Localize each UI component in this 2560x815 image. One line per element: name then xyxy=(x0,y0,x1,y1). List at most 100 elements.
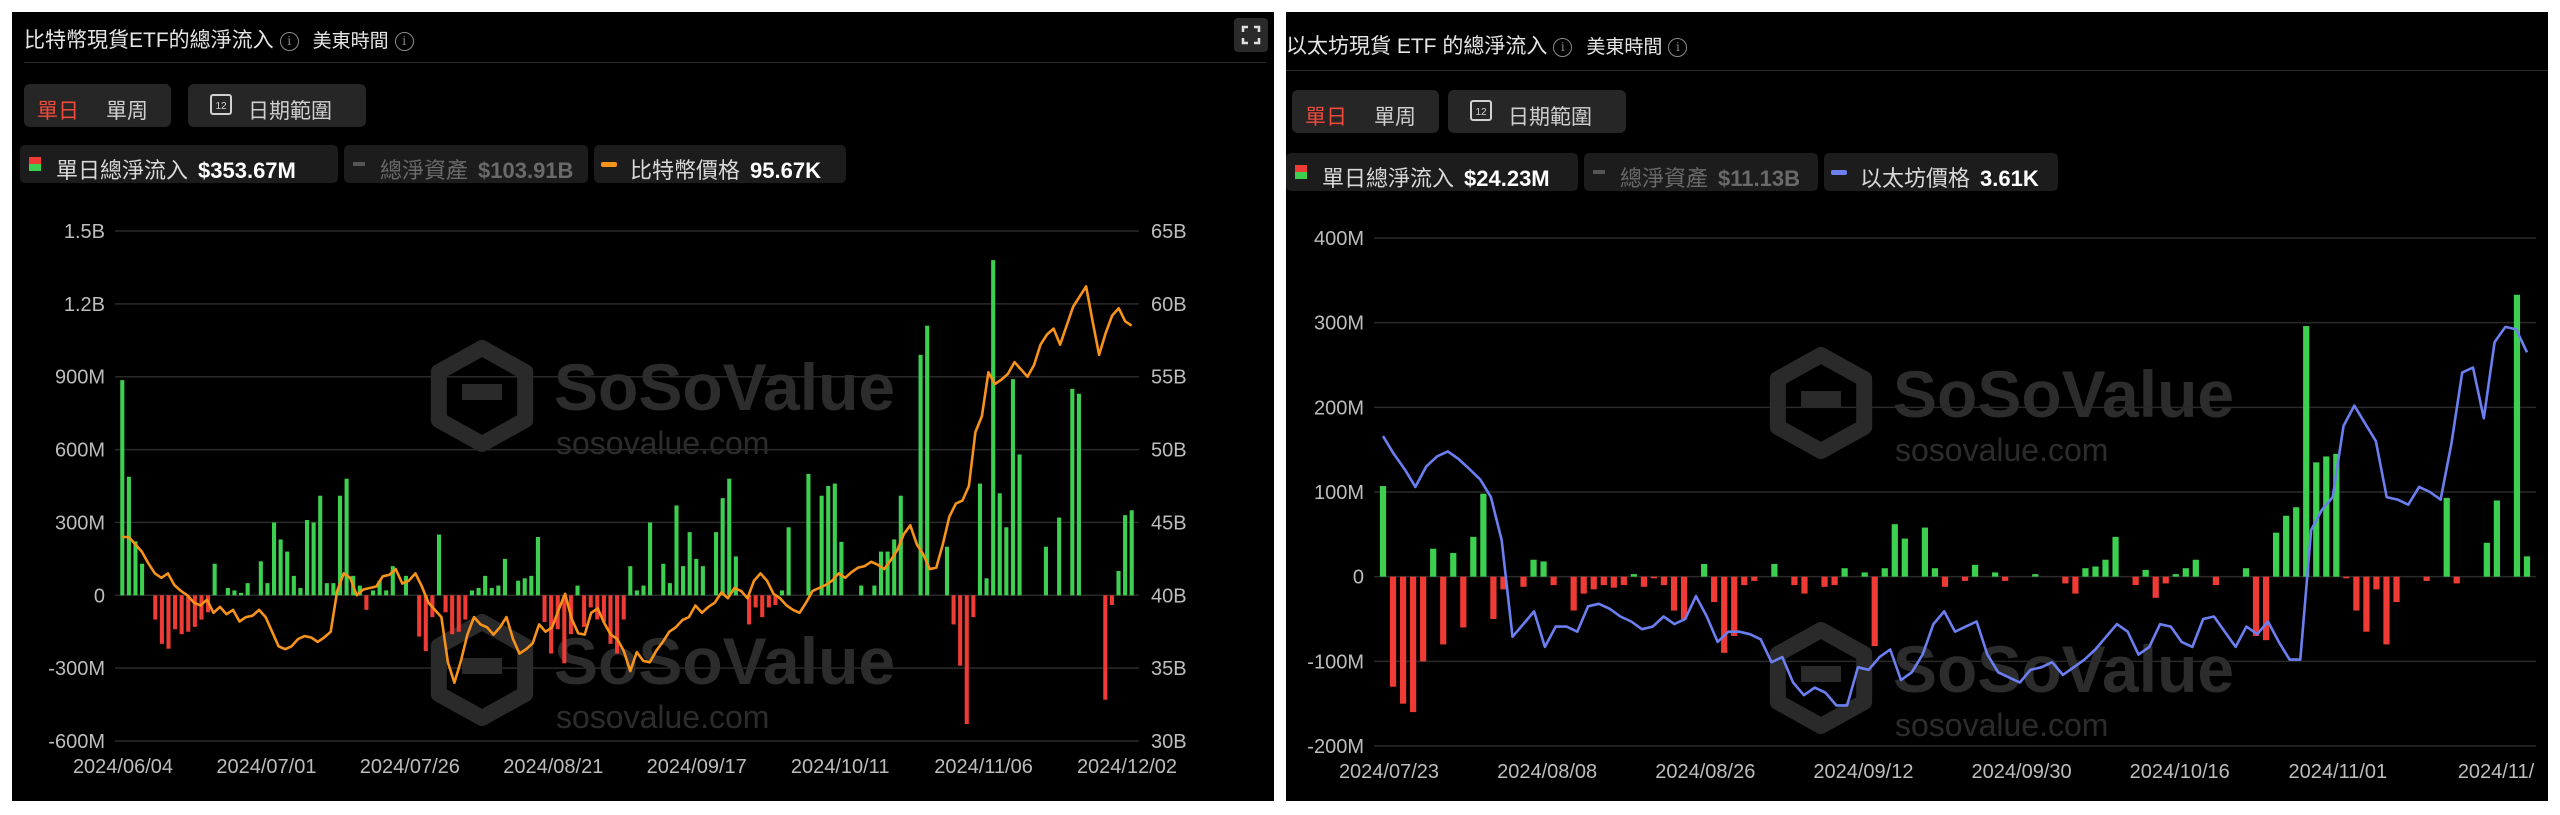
inflow-bar xyxy=(1971,564,1979,577)
inflow-bar xyxy=(997,493,1002,596)
sosovalue-watermark: SoSoValuesosovalue.com xyxy=(430,340,895,461)
inflow-bar xyxy=(2102,559,2109,577)
inflow-bar xyxy=(1580,576,1587,594)
inflow-bar xyxy=(1610,576,1617,588)
inflow-bar xyxy=(370,590,376,596)
x-tick-label: 2024/09/30 xyxy=(1972,761,2072,783)
inflow-bar xyxy=(1410,576,1417,713)
x-axis: 2024/07/23 2024/08/08 2024/08/26 2024/09/12… xyxy=(1339,761,2535,783)
inflow-bar xyxy=(1530,559,1537,577)
inflow-bar xyxy=(232,590,237,596)
inflow-bar xyxy=(951,595,956,625)
inflow-bar xyxy=(245,583,250,596)
inflow-bar xyxy=(502,558,507,596)
inflow-bar xyxy=(1550,576,1557,586)
inflow-bar xyxy=(2162,576,2169,584)
inflow-bar xyxy=(1931,568,1939,577)
eth-etf-panel: 以太坊現貨 ETF 的總淨流入 i 美東時間 i 單日 單周 12 日期範圍 單日總淨… xyxy=(1286,12,2548,801)
inflow-bar xyxy=(1901,538,1908,577)
inflow-bar xyxy=(661,563,666,596)
inflow-bar xyxy=(628,566,633,596)
inflow-bar xyxy=(1123,515,1128,596)
inflow-bar xyxy=(1620,576,1627,586)
inflow-bar xyxy=(971,595,976,618)
x-axis: 2024/06/04 2024/07/01 2024/07/26 2024/08/21… xyxy=(73,756,1177,778)
x-tick-label: 2024/06/04 xyxy=(73,756,173,778)
inflow-bar xyxy=(944,546,950,596)
x-tick-label: 2024/09/12 xyxy=(1813,761,1913,783)
inflow-bar xyxy=(2262,576,2270,641)
inflow-bar xyxy=(1650,576,1658,579)
inflow-bar xyxy=(991,260,996,596)
inflow-bar xyxy=(2002,576,2009,581)
inflow-bar xyxy=(1017,454,1022,596)
y-tick-label: 0 xyxy=(94,585,105,607)
inflow-bar xyxy=(2443,497,2450,577)
inflow-bar xyxy=(2182,568,2189,577)
inflow-bar xyxy=(562,595,567,664)
inflow-bar xyxy=(2423,576,2430,581)
inflow-bar xyxy=(1600,576,1607,586)
y-tick-label: 300M xyxy=(1314,313,1364,335)
inflow-bar xyxy=(496,585,501,596)
x-tick-label: 2024/10/16 xyxy=(2130,761,2230,783)
inflow-bar xyxy=(1520,576,1527,587)
inflow-bar xyxy=(271,522,277,596)
inflow-bar xyxy=(1701,563,1708,577)
y-tick-label: 300M xyxy=(55,512,105,534)
inflow-bar xyxy=(964,595,969,724)
inflow-bar xyxy=(760,595,765,618)
inflow-bar xyxy=(2032,574,2039,577)
inflow-bar xyxy=(1630,574,1637,577)
inflow-bar xyxy=(1751,576,1758,581)
inflow-bar xyxy=(1831,576,1838,586)
inflow-bar xyxy=(1116,571,1121,596)
inflow-bar xyxy=(2252,576,2260,636)
inflow-bar xyxy=(1570,576,1577,611)
inflow-bar xyxy=(819,495,824,596)
inflow-bar xyxy=(1057,517,1062,596)
inflow-bar xyxy=(1460,576,1467,628)
inflow-bar xyxy=(1861,572,1868,577)
y2-tick-label: 40B xyxy=(1151,585,1187,607)
y2-tick-label: 50B xyxy=(1151,440,1187,462)
logo-mark xyxy=(462,384,502,400)
inflow-bar xyxy=(2283,515,2290,577)
x-tick-label: 2024/11/01 xyxy=(2289,761,2388,783)
inflow-bar xyxy=(403,575,409,596)
inflow-bar xyxy=(469,590,475,596)
inflow-bar xyxy=(1043,546,1048,596)
inflow-bar xyxy=(1721,576,1728,653)
inflow-bar xyxy=(826,486,831,596)
inflow-bar xyxy=(1821,576,1828,587)
x-tick-label: 2024/10/11 xyxy=(791,756,890,778)
inflow-bar xyxy=(2353,576,2360,611)
inflow-bar xyxy=(786,527,791,596)
inflow-bar xyxy=(667,583,672,596)
inflow-bar xyxy=(1004,527,1009,596)
inflow-bar xyxy=(1480,493,1487,577)
inflow-bar xyxy=(641,585,646,596)
btc-chart: SoSoValuesosovalue.comSoSoValuesosovalue… xyxy=(48,221,1187,778)
inflow-bar xyxy=(516,580,521,596)
inflow-bar xyxy=(166,595,171,649)
inflow-bar xyxy=(324,583,329,596)
inflow-bar xyxy=(2092,566,2099,577)
inflow-bar xyxy=(212,563,217,596)
inflow-bar xyxy=(575,585,580,596)
inflow-bar xyxy=(806,473,811,596)
inflow-bar xyxy=(2303,326,2310,577)
inflow-bar xyxy=(1389,576,1397,687)
y-tick-label: 200M xyxy=(1314,397,1364,419)
inflow-bar xyxy=(1992,572,1999,577)
inflow-bar xyxy=(714,532,719,596)
y-tick-label: -100M xyxy=(1307,651,1364,673)
inflow-bar xyxy=(192,595,197,627)
inflow-bar xyxy=(2493,500,2500,577)
inflow-bar xyxy=(1741,576,1748,586)
y-tick-label: 100M xyxy=(1314,482,1364,504)
inflow-bar xyxy=(892,539,897,596)
inflow-bar xyxy=(977,483,983,596)
inflow-bar xyxy=(1941,576,1949,587)
inflow-bar xyxy=(1109,595,1114,605)
